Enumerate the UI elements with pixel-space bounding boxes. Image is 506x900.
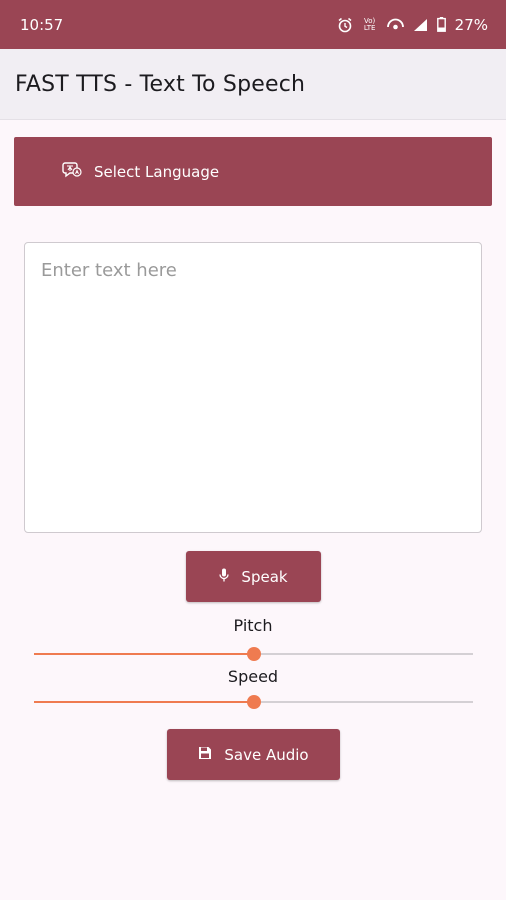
save-icon	[198, 746, 212, 764]
speed-thumb[interactable]	[246, 695, 261, 709]
data-sync-icon	[386, 18, 404, 32]
battery-percent: 27%	[454, 15, 488, 34]
app-title: FAST TTS - Text To Speech	[15, 71, 306, 97]
select-language-label: Select Language	[94, 162, 220, 181]
pitch-thumb[interactable]	[246, 647, 261, 661]
pitch-slider[interactable]	[34, 644, 473, 664]
status-icons: Vo) LTE 27%	[337, 16, 488, 34]
microphone-icon	[219, 568, 230, 586]
translate-icon	[62, 161, 82, 183]
pitch-label: Pitch	[233, 616, 273, 635]
speed-track-fill	[34, 701, 254, 703]
status-time: 10:57	[20, 15, 64, 34]
select-language-button[interactable]: Select Language	[14, 137, 492, 206]
battery-icon	[436, 17, 446, 32]
save-audio-button[interactable]: Save Audio	[167, 729, 340, 780]
save-audio-label: Save Audio	[224, 745, 309, 764]
volte-icon: Vo) LTE	[363, 16, 376, 32]
text-input-container	[24, 242, 482, 533]
signal-icon	[413, 18, 428, 32]
speed-label: Speed	[227, 667, 279, 686]
pitch-track-fill	[34, 653, 254, 655]
speed-slider[interactable]	[34, 692, 473, 712]
alarm-icon	[337, 17, 353, 33]
speak-button[interactable]: Speak	[186, 551, 321, 602]
text-input[interactable]	[25, 243, 481, 532]
speak-label: Speak	[241, 567, 288, 586]
app-bar: FAST TTS - Text To Speech	[0, 49, 506, 120]
status-bar: 10:57 Vo) LTE 27%	[0, 0, 506, 49]
